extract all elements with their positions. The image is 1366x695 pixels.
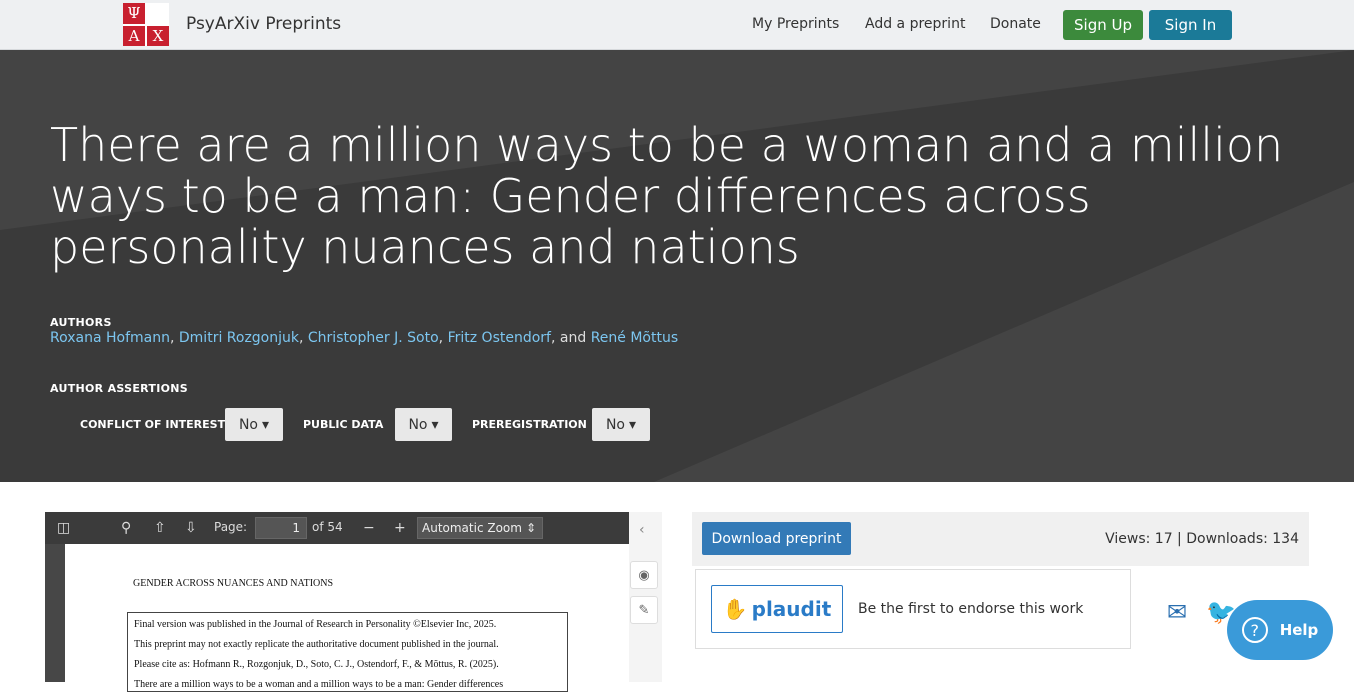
page-number-input[interactable]: 1 (255, 517, 307, 539)
top-navbar: Ψ Α Χ PsyArXiv Preprints My Preprints Ad… (0, 0, 1354, 50)
pdf-toolbar: ◫ ⚲ ⇧ ⇩ Page: 1 of 54 − + Automatic Zoom… (45, 512, 629, 544)
authors-list: Roxana Hofmann, Dmitri Rozgonjuk, Christ… (50, 330, 679, 346)
author-link[interactable]: René Mõttus (591, 330, 678, 346)
sign-up-button[interactable]: Sign Up (1063, 10, 1143, 40)
preregistration-label: PREREGISTRATION (472, 417, 587, 431)
nav-donate[interactable]: Donate (990, 16, 1041, 32)
annotation-icon[interactable]: ✎ (630, 596, 658, 624)
chevron-left-icon[interactable]: ‹ (639, 522, 645, 538)
logo-blank (147, 3, 169, 24)
plaudit-widget: ✋ plaudit Be the first to endorse this w… (695, 569, 1131, 649)
question-icon: ? (1241, 617, 1268, 643)
clap-icon: ✋ (722, 597, 748, 621)
endorse-message: Be the first to endorse this work (858, 601, 1084, 617)
preregistration-dropdown[interactable]: No ▾ (592, 408, 650, 441)
caret-down-icon: ▾ (629, 416, 637, 433)
sign-in-button[interactable]: Sign In (1149, 10, 1232, 40)
page-total: of 54 (312, 520, 343, 534)
search-icon[interactable]: ⚲ (121, 520, 131, 536)
brand-name[interactable]: PsyArXiv Preprints (186, 14, 341, 34)
authors-heading: AUTHORS (50, 316, 112, 329)
page-label: Page: (214, 520, 248, 534)
conflict-of-interest-label: CONFLICT OF INTEREST (80, 417, 226, 431)
sidebar-toggle-icon[interactable]: ◫ (57, 520, 70, 536)
download-preprint-button[interactable]: Download preprint (702, 522, 851, 555)
logo-alpha: Α (123, 25, 145, 46)
next-page-icon[interactable]: ⇩ (185, 520, 197, 536)
views-downloads-stats: Views: 17 | Downloads: 134 (1105, 531, 1299, 547)
help-button[interactable]: ? Help (1227, 600, 1333, 660)
zoom-in-icon[interactable]: + (394, 520, 406, 536)
public-data-dropdown[interactable]: No ▾ (395, 408, 452, 441)
select-arrows-icon: ⇕ (525, 521, 536, 535)
pdf-viewer: ◫ ⚲ ⇧ ⇩ Page: 1 of 54 − + Automatic Zoom… (45, 512, 629, 692)
logo-chi: Χ (147, 25, 169, 46)
plaudit-endorse-button[interactable]: ✋ plaudit (711, 585, 843, 633)
psyarxiv-logo[interactable]: Ψ Α Χ (123, 3, 169, 46)
author-link[interactable]: Roxana Hofmann (50, 330, 170, 346)
eye-icon[interactable]: ◉ (630, 561, 658, 589)
pdf-citation-box: Final version was published in the Journ… (127, 612, 568, 692)
nav-my-preprints[interactable]: My Preprints (752, 16, 839, 32)
author-link[interactable]: Fritz Ostendorf (448, 330, 551, 346)
caret-down-icon: ▾ (431, 416, 439, 433)
email-icon[interactable]: ✉ (1167, 598, 1187, 626)
previous-page-icon[interactable]: ⇧ (154, 520, 166, 536)
caret-down-icon: ▾ (262, 416, 270, 433)
nav-add-preprint[interactable]: Add a preprint (865, 16, 965, 32)
author-link[interactable]: Dmitri Rozgonjuk (179, 330, 299, 346)
preprint-header: There are a million ways to be a woman a… (0, 50, 1354, 482)
pdf-page: GENDER ACROSS NUANCES AND NATIONS Final … (65, 544, 629, 692)
pdf-running-header: GENDER ACROSS NUANCES AND NATIONS (133, 578, 334, 589)
preprint-title: There are a million ways to be a woman a… (50, 118, 1284, 274)
zoom-select[interactable]: Automatic Zoom ⇕ (417, 517, 543, 539)
side-toolbar: ‹ ◉ ✎ (629, 512, 662, 682)
public-data-label: PUBLIC DATA (303, 417, 384, 431)
logo-psi: Ψ (123, 3, 145, 24)
assertions-heading: AUTHOR ASSERTIONS (50, 382, 188, 395)
conflict-of-interest-dropdown[interactable]: No ▾ (225, 408, 283, 441)
author-link[interactable]: Christopher J. Soto (308, 330, 439, 346)
download-bar: Download preprint Views: 17 | Downloads:… (692, 512, 1309, 566)
zoom-out-icon[interactable]: − (363, 520, 375, 536)
